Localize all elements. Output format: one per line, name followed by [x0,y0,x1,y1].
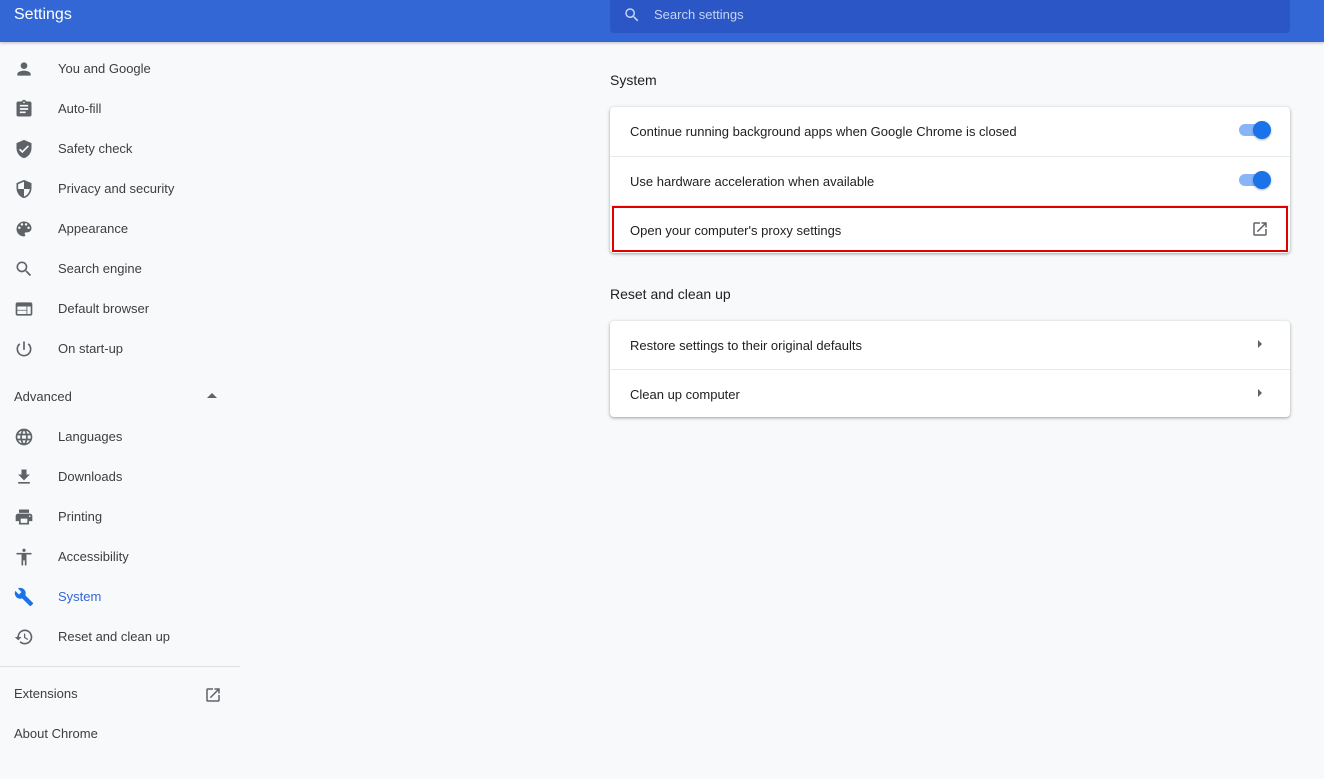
sidebar-item-label: Printing [58,509,103,524]
about-chrome-label: About Chrome [14,726,98,741]
sidebar-item-printing[interactable]: Printing [0,499,240,535]
palette-icon [16,221,32,237]
search-icon [16,261,32,277]
toggle-knob [1253,171,1271,189]
sidebar-item-default-browser[interactable]: Default browser [0,291,240,327]
settings-header: Settings [0,0,1324,42]
sidebar-item-label: Default browser [58,301,150,316]
system-section-title: System [610,72,657,88]
sidebar-item-search-engine[interactable]: Search engine [0,251,240,287]
row-label: Clean up computer [630,387,740,402]
search-input[interactable] [654,0,1274,28]
power-icon [16,341,32,357]
sidebar-item-label: Appearance [58,221,129,236]
download-icon [18,469,30,484]
row-label: Restore settings to their original defau… [630,338,862,353]
search-box[interactable] [610,0,1290,33]
restore-defaults-row[interactable]: Restore settings to their original defau… [610,321,1290,370]
advanced-label: Advanced [14,389,72,404]
wrench-icon [14,587,34,607]
accessibility-icon [16,548,32,566]
shield-half-icon [16,179,32,199]
printer-icon [15,509,33,525]
globe-icon [15,428,33,446]
row-label: Use hardware acceleration when available [630,174,875,189]
sidebar-item-label: Safety check [58,141,133,156]
sidebar-item-extensions[interactable]: Extensions [0,676,240,712]
row-label: Continue running background apps when Go… [630,124,1017,139]
sidebar-item-label: Auto-fill [58,101,102,116]
extensions-label: Extensions [14,686,78,701]
row-label: Open your computer's proxy settings [630,223,842,238]
page-title: Settings [14,6,72,23]
browser-window-icon [15,302,33,316]
background-apps-row[interactable]: Continue running background apps when Go… [610,107,1290,156]
sidebar-item-on-start-up[interactable]: On start-up [0,331,240,367]
sidebar-item-you-and-google[interactable]: You and Google [0,51,240,87]
sidebar-item-downloads[interactable]: Downloads [0,459,240,495]
arrow-right-icon [1258,389,1262,397]
sidebar-item-accessibility[interactable]: Accessibility [0,539,240,575]
sidebar-item-label: Downloads [58,469,123,484]
advanced-section-toggle[interactable]: Advanced [0,379,240,415]
sidebar-item-safety-check[interactable]: Safety check [0,131,240,167]
person-icon [17,62,31,76]
background-apps-toggle[interactable] [1239,121,1271,139]
reset-section-title: Reset and clean up [610,286,731,302]
reset-card: Restore settings to their original defau… [610,321,1290,417]
clean-up-computer-row[interactable]: Clean up computer [610,369,1290,418]
hardware-acceleration-toggle[interactable] [1239,171,1271,189]
sidebar-item-languages[interactable]: Languages [0,419,240,455]
sidebar-item-label: Accessibility [58,549,129,564]
sidebar-item-label: Privacy and security [58,181,175,196]
caret-up-icon [207,393,217,398]
sidebar-item-privacy-and-security[interactable]: Privacy and security [0,171,240,207]
sidebar-item-appearance[interactable]: Appearance [0,211,240,247]
sidebar-item-about-chrome[interactable]: About Chrome [0,716,240,752]
system-card: Continue running background apps when Go… [610,107,1290,253]
sidebar-item-label: Languages [58,429,123,444]
sidebar-item-system[interactable]: System [0,579,240,615]
open-in-new-icon [206,688,220,702]
shield-check-icon [16,139,32,159]
sidebar-item-label: Reset and clean up [58,629,171,644]
sidebar-item-label: Search engine [58,261,142,276]
toggle-knob [1253,121,1271,139]
clipboard-icon [16,99,32,117]
hardware-acceleration-row[interactable]: Use hardware acceleration when available [610,156,1290,205]
sidebar: You and Google Auto-fill Safety check Pr… [0,42,240,779]
search-icon [625,8,639,22]
proxy-settings-row[interactable]: Open your computer's proxy settings [610,205,1290,254]
arrow-right-icon [1258,340,1262,348]
sidebar-item-reset-and-clean-up[interactable]: Reset and clean up [0,619,240,655]
launch-icon[interactable] [1251,220,1269,238]
sidebar-divider [0,666,240,667]
sidebar-item-autofill[interactable]: Auto-fill [0,91,240,127]
sidebar-item-label: On start-up [58,341,124,356]
restore-icon [14,629,33,645]
sidebar-item-label: System [58,589,102,604]
sidebar-item-label: You and Google [58,61,151,76]
